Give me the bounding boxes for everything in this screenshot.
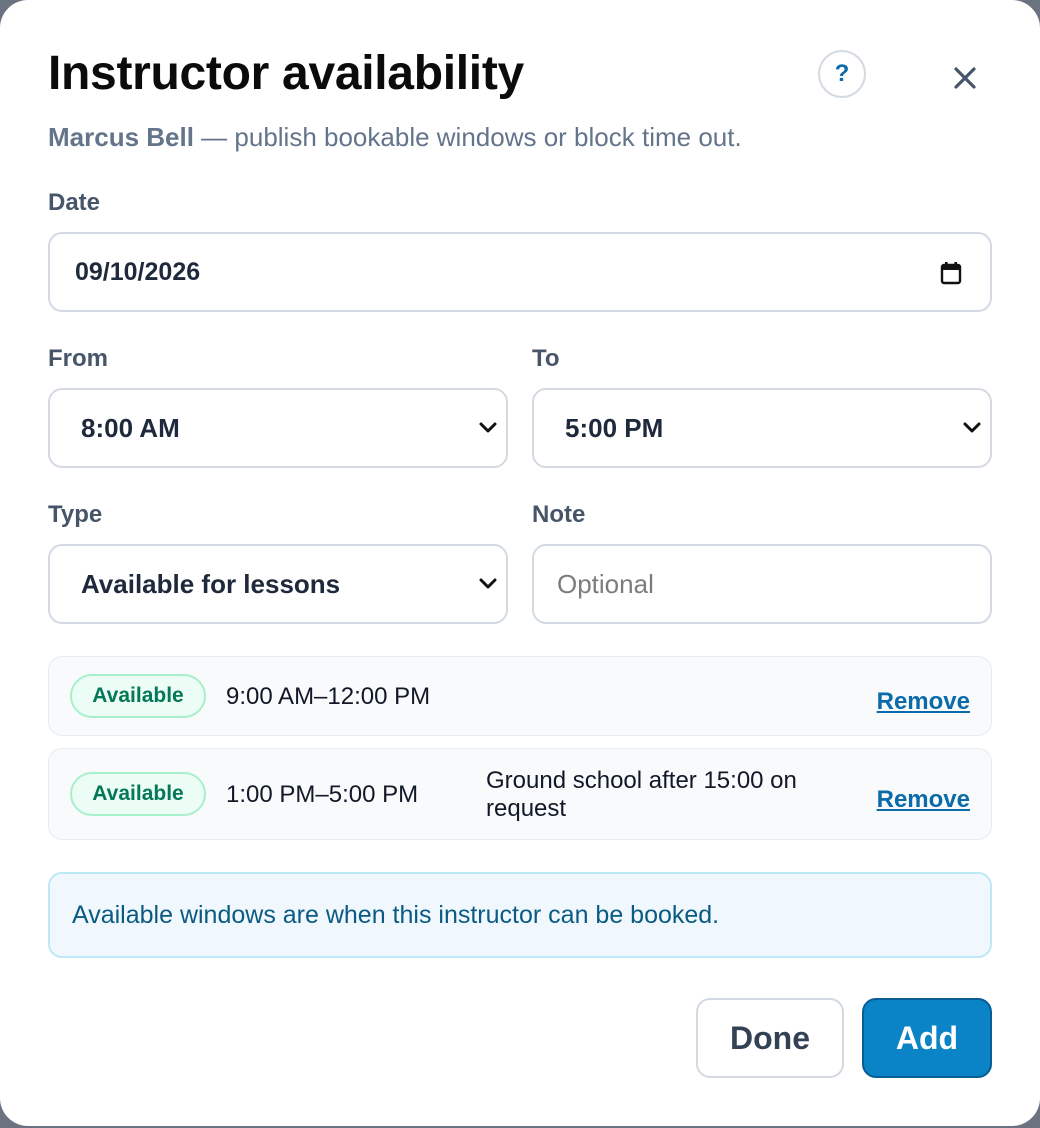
to-value: 5:00 PM bbox=[565, 412, 664, 443]
chevron-down-icon bbox=[963, 422, 981, 433]
slot-time: 9:00 AM–12:00 PM bbox=[226, 683, 431, 710]
to-select[interactable]: 5:00 PM bbox=[532, 388, 992, 468]
chevron-down-icon bbox=[479, 578, 497, 589]
info-text: Available windows are when this instruct… bbox=[72, 900, 720, 929]
dialog-title: Instructor availability bbox=[48, 47, 524, 100]
availability-dialog: Instructor availability ? Marcus Bell — … bbox=[0, 0, 1040, 1126]
type-value: Available for lessons bbox=[81, 568, 341, 599]
remove-slot-button[interactable]: Remove bbox=[877, 688, 970, 716]
availability-slot: Available 1:00 PM–5:00 PM Ground school … bbox=[48, 748, 992, 840]
from-select[interactable]: 8:00 AM bbox=[48, 388, 508, 468]
availability-slot: Available 9:00 AM–12:00 PM Remove bbox=[48, 656, 992, 736]
from-label: From bbox=[48, 345, 108, 372]
date-label: Date bbox=[48, 189, 101, 216]
date-input[interactable]: 09/10/2026 bbox=[48, 232, 992, 312]
slot-time: 1:00 PM–5:00 PM bbox=[226, 781, 419, 808]
note-input[interactable]: Optional bbox=[532, 544, 992, 624]
type-label: Type bbox=[48, 501, 103, 528]
calendar-icon[interactable] bbox=[940, 261, 962, 285]
to-label: To bbox=[532, 345, 560, 372]
info-banner: Available windows are when this instruct… bbox=[48, 872, 992, 958]
from-value: 8:00 AM bbox=[81, 412, 180, 443]
date-value: 09/10/2026 bbox=[75, 257, 201, 286]
type-select[interactable]: Available for lessons bbox=[48, 544, 508, 624]
chevron-down-icon bbox=[479, 422, 497, 433]
close-button[interactable] bbox=[940, 54, 990, 102]
done-button[interactable]: Done bbox=[696, 998, 844, 1078]
note-label: Note bbox=[532, 501, 586, 528]
instructor-name: Marcus Bell bbox=[48, 122, 194, 152]
remove-slot-button[interactable]: Remove bbox=[877, 786, 970, 814]
status-badge: Available bbox=[70, 674, 206, 718]
subtitle-text: — publish bookable windows or block time… bbox=[193, 122, 742, 152]
note-placeholder: Optional bbox=[557, 568, 654, 599]
help-icon: ? bbox=[834, 60, 850, 87]
dialog-subtitle: Marcus Bell — publish bookable windows o… bbox=[48, 122, 742, 153]
add-button[interactable]: Add bbox=[862, 998, 992, 1078]
help-button[interactable]: ? bbox=[818, 50, 866, 98]
close-icon bbox=[954, 67, 976, 89]
slot-note: Ground school after 15:00 on request bbox=[486, 767, 797, 822]
status-badge: Available bbox=[70, 772, 206, 816]
